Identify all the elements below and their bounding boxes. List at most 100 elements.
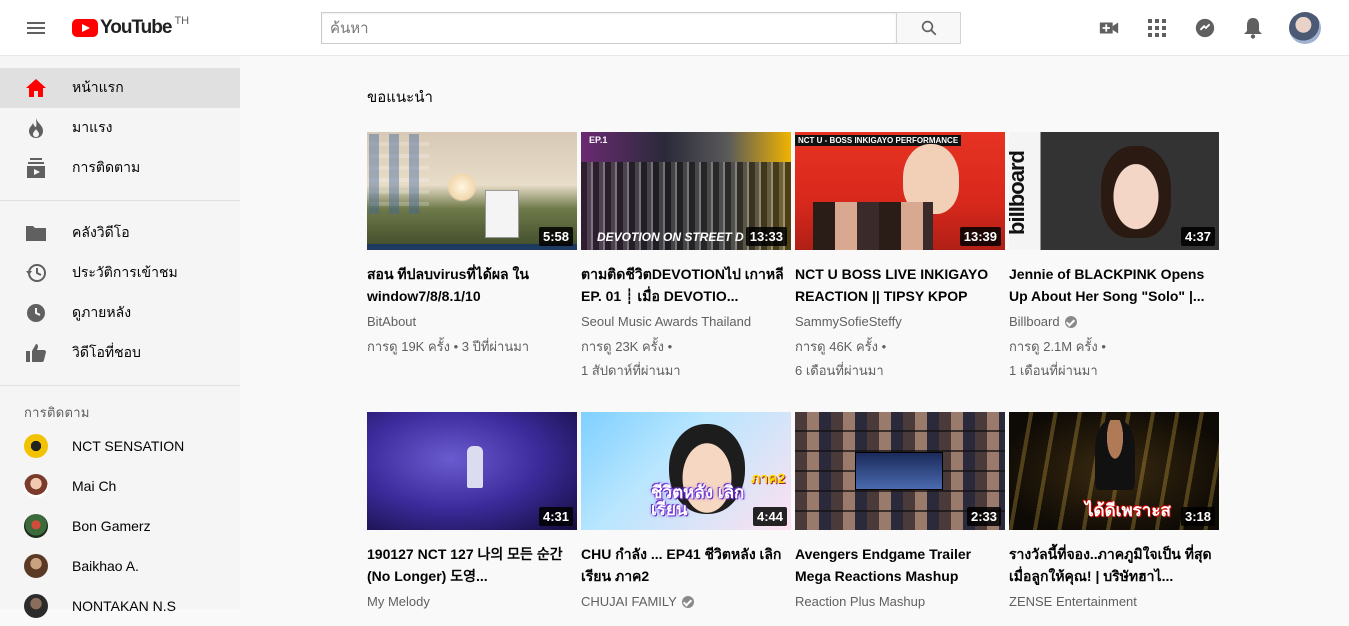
- video-title[interactable]: CHU กำลัง ... EP41 ชีวิตหลัง เลิกเรียน ภ…: [581, 543, 791, 587]
- sidebar-item-label: วิดีโอที่ชอบ: [72, 344, 141, 360]
- verified-check-icon: [681, 595, 694, 608]
- subscription-item[interactable]: Baikhao A.: [0, 546, 240, 586]
- video-title[interactable]: รางวัลนี้ที่จอง..ภาคภูมิใจเป็น ที่สุดเมื…: [1009, 543, 1219, 587]
- apps-grid-icon[interactable]: [1145, 16, 1169, 40]
- channel-name[interactable]: Reaction Plus Mashup: [795, 594, 1005, 609]
- subscription-item[interactable]: Bon Gamerz: [0, 506, 240, 546]
- sidebar-item-library[interactable]: คลังวิดีโอ: [0, 213, 240, 253]
- sidebar-item-history[interactable]: ประวัติการเข้าชม: [0, 253, 240, 293]
- video-card[interactable]: 4:31 190127 NCT 127 나의 모든 순간(No Longer) …: [367, 412, 577, 609]
- thumbs-up-icon: [24, 341, 48, 365]
- sidebar-item-label: มาแรง: [72, 119, 113, 135]
- fire-icon: [24, 116, 48, 140]
- clock-icon: [24, 301, 48, 325]
- video-duration: 3:18: [1180, 507, 1215, 526]
- sidebar-item-label: การติดตาม: [72, 159, 141, 175]
- video-duration: 4:37: [1180, 227, 1215, 246]
- video-card[interactable]: ได้ดีเพราะส 3:18 รางวัลนี้ที่จอง..ภาคภูม…: [1009, 412, 1219, 609]
- video-thumbnail[interactable]: EP.1 DEVOTION ON STREET D 13:33: [581, 132, 791, 250]
- video-thumbnail[interactable]: billboard 4:37: [1009, 132, 1219, 250]
- video-thumbnail[interactable]: NCT U - BOSS INKIGAYO PERFORMANCE 13:39: [795, 132, 1005, 250]
- video-card[interactable]: EP.1 DEVOTION ON STREET D 13:33 ตามติดชี…: [581, 132, 791, 383]
- upload-age: 6 เดือนที่ผ่านมา: [795, 363, 884, 378]
- sidebar-item-label: คลังวิดีโอ: [72, 224, 130, 240]
- video-card[interactable]: 5:58 สอน ทีปลบvirusที่ได้ผล ใน window7/8…: [367, 132, 577, 359]
- channel-name-text: SammySofieSteffy: [795, 314, 902, 329]
- channel-avatar: [24, 554, 48, 578]
- user-avatar[interactable]: [1289, 12, 1321, 44]
- verified-check-icon: [1064, 315, 1077, 328]
- video-card[interactable]: ชีวิตหลัง เลิกเรียน ภาค2 4:44 CHU กำลัง …: [581, 412, 791, 609]
- channel-name[interactable]: BitAbout: [367, 314, 577, 329]
- channel-name-text: CHUJAI FAMILY: [581, 594, 677, 609]
- video-title[interactable]: สอน ทีปลบvirusที่ได้ผล ใน window7/8/8.1/…: [367, 263, 577, 307]
- sidebar-item-watch-later[interactable]: ดูภายหลัง: [0, 293, 240, 333]
- video-title[interactable]: NCT U BOSS LIVE INKIGAYO REACTION || TIP…: [795, 263, 1005, 307]
- channel-name[interactable]: Seoul Music Awards Thailand: [581, 314, 791, 329]
- sidebar-divider: [0, 200, 240, 201]
- channel-name[interactable]: My Melody: [367, 594, 577, 609]
- subscription-item[interactable]: NCT SENSATION: [0, 426, 240, 466]
- video-title[interactable]: Jennie of BLACKPINK Opens Up About Her S…: [1009, 263, 1219, 307]
- view-count: การดู 19K ครั้ง: [367, 339, 450, 354]
- sidebar-item-label: หน้าแรก: [72, 79, 124, 95]
- upload-age: 1 เดือนที่ผ่านมา: [1009, 363, 1098, 378]
- subscription-label: Baikhao A.: [72, 558, 139, 574]
- video-thumbnail[interactable]: 4:31: [367, 412, 577, 530]
- subscription-item[interactable]: Mai Ch: [0, 466, 240, 506]
- thumbnail-caption: ชีวิตหลัง เลิกเรียน: [651, 483, 745, 519]
- sidebar-item-label: ดูภายหลัง: [72, 304, 132, 320]
- sidebar-item-trending[interactable]: มาแรง: [0, 108, 240, 148]
- search-input[interactable]: [321, 12, 896, 44]
- channel-avatar: [24, 514, 48, 538]
- notifications-bell-icon[interactable]: [1241, 16, 1265, 40]
- thumbnail-trailer-frame: [855, 452, 943, 490]
- channel-name-text: Seoul Music Awards Thailand: [581, 314, 752, 329]
- thumbnail-sun: [447, 172, 477, 202]
- video-thumbnail[interactable]: 5:58: [367, 132, 577, 250]
- video-thumbnail[interactable]: ชีวิตหลัง เลิกเรียน ภาค2 4:44: [581, 412, 791, 530]
- channel-name[interactable]: ZENSE Entertainment: [1009, 594, 1219, 609]
- video-title[interactable]: Avengers Endgame Trailer Mega Reactions …: [795, 543, 1005, 587]
- logo-country-code: TH: [174, 15, 190, 27]
- sidebar-item-subscriptions[interactable]: การติดตาม: [0, 148, 240, 188]
- thumbnail-badge: EP.1: [589, 135, 608, 145]
- home-icon: [24, 76, 48, 100]
- thumbnail-context-menu: [485, 190, 519, 238]
- video-title[interactable]: ตามติดชีวิตDEVOTIONไป เกาหลี EP. 01 ┊ เม…: [581, 263, 791, 307]
- top-bar: YouTube TH: [0, 0, 1349, 56]
- folder-icon: [24, 221, 48, 245]
- video-duration: 2:33: [966, 507, 1001, 526]
- view-count: การดู 23K ครั้ง: [581, 339, 664, 354]
- subscription-item[interactable]: NONTAKAN N.S: [0, 586, 240, 626]
- youtube-logo[interactable]: YouTube TH: [72, 15, 190, 39]
- video-card[interactable]: 2:33 Avengers Endgame Trailer Mega React…: [795, 412, 1005, 609]
- video-card[interactable]: billboard 4:37 Jennie of BLACKPINK Opens…: [1009, 132, 1219, 383]
- subscription-label: Bon Gamerz: [72, 518, 151, 534]
- subscription-label: Mai Ch: [72, 478, 117, 494]
- messages-icon[interactable]: [1193, 16, 1217, 40]
- video-meta: การดู 23K ครั้ง • 1 สัปดาห์ที่ผ่านมา: [581, 339, 681, 378]
- subscriptions-icon: [24, 156, 48, 180]
- channel-name-text: BitAbout: [367, 314, 417, 329]
- thumbnail-desktop-icons: [369, 134, 429, 214]
- video-meta: การดู 19K ครั้ง • 3 ปีที่ผ่านมา: [367, 339, 530, 354]
- video-duration: 5:58: [538, 227, 573, 246]
- video-card[interactable]: NCT U - BOSS INKIGAYO PERFORMANCE 13:39 …: [795, 132, 1005, 383]
- hamburger-menu-icon[interactable]: [24, 16, 48, 40]
- channel-name[interactable]: Billboard: [1009, 314, 1219, 329]
- video-title[interactable]: 190127 NCT 127 나의 모든 순간(No Longer) 도영...: [367, 543, 577, 587]
- search-icon: [921, 20, 936, 36]
- sidebar-item-home[interactable]: หน้าแรก: [0, 68, 240, 108]
- search-button[interactable]: [896, 12, 961, 44]
- create-video-icon[interactable]: [1097, 16, 1121, 40]
- video-thumbnail[interactable]: 2:33: [795, 412, 1005, 530]
- channel-name[interactable]: SammySofieSteffy: [795, 314, 1005, 329]
- video-thumbnail[interactable]: ได้ดีเพราะส 3:18: [1009, 412, 1219, 530]
- subscriptions-heading: การติดตาม: [24, 404, 90, 420]
- channel-name[interactable]: CHUJAI FAMILY: [581, 594, 791, 609]
- thumbnail-people: [813, 202, 933, 250]
- youtube-play-icon: [72, 19, 98, 37]
- sidebar-item-liked-videos[interactable]: วิดีโอที่ชอบ: [0, 333, 240, 373]
- channel-name-text: My Melody: [367, 594, 430, 609]
